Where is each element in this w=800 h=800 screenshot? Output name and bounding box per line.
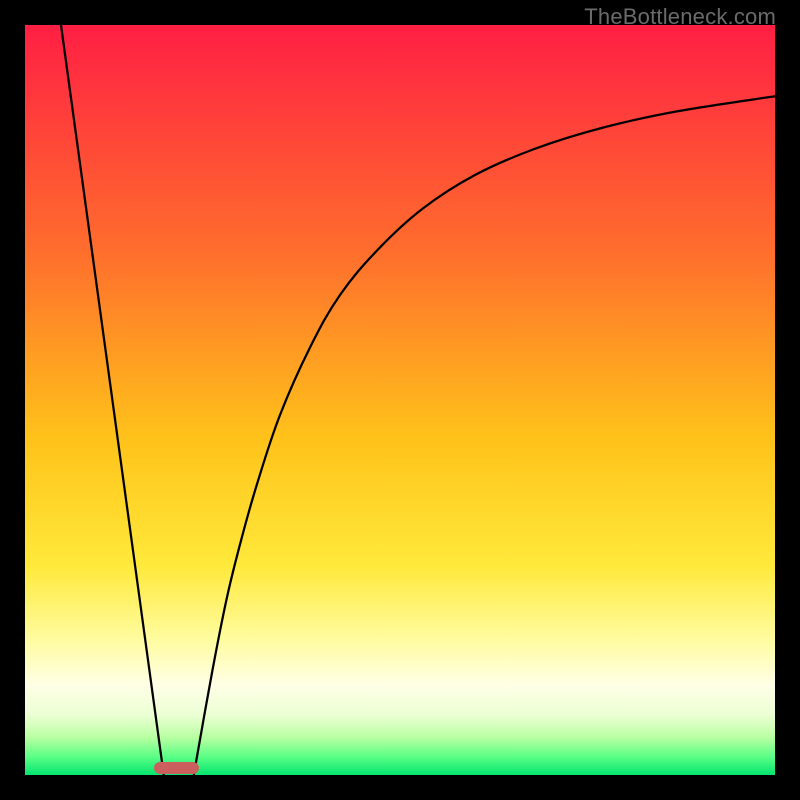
- watermark-text: TheBottleneck.com: [584, 4, 776, 30]
- plot-area: [25, 25, 775, 775]
- optimal-marker: [154, 762, 199, 774]
- chart-frame: TheBottleneck.com: [0, 0, 800, 800]
- bottleneck-curve: [25, 25, 775, 775]
